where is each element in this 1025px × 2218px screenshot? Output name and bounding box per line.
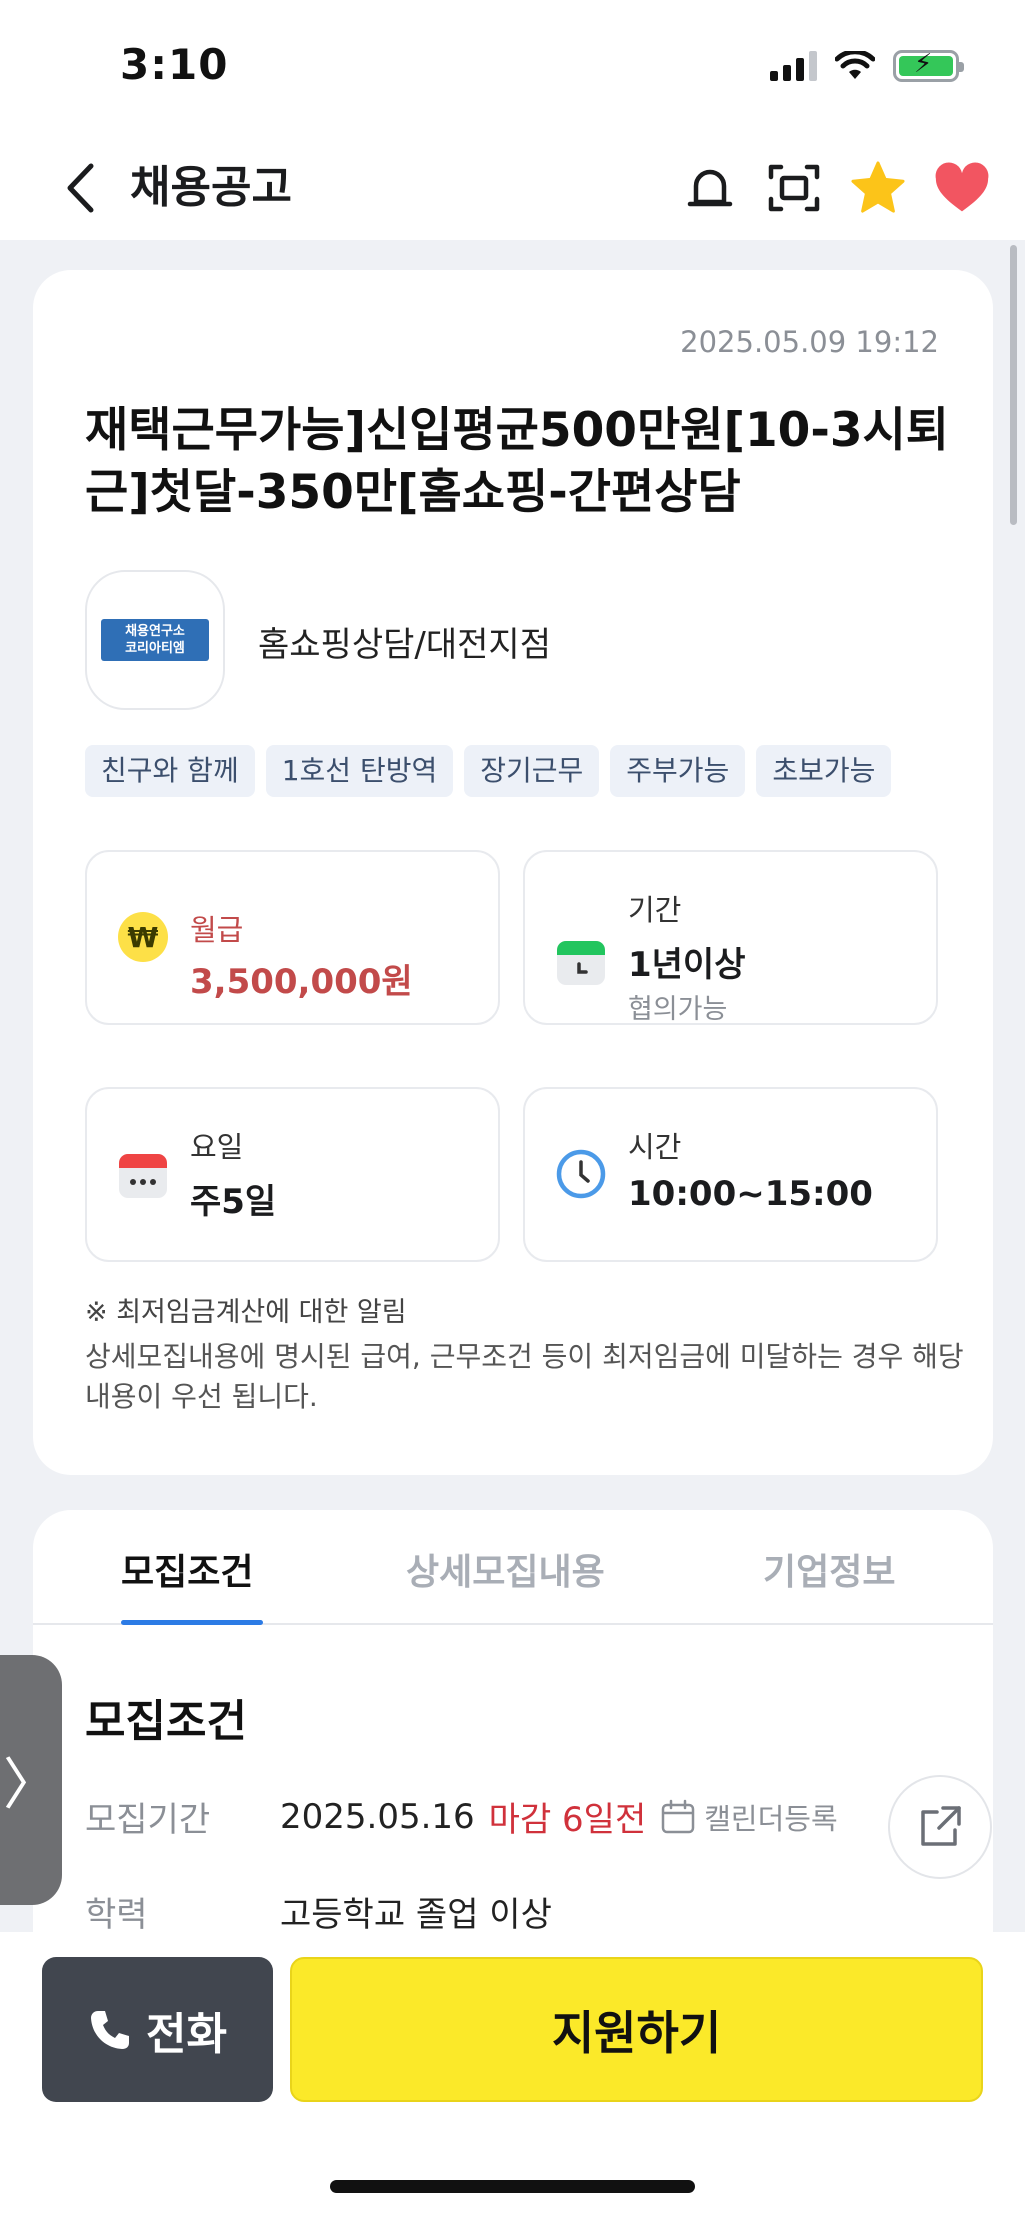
phone-icon: [91, 2010, 130, 2049]
app-header: 채용공고: [0, 135, 1025, 240]
pay-value: 3,500,000원: [190, 962, 413, 1002]
deadline-countdown: 마감 6일전: [488, 1800, 647, 1840]
tab-recruit-conditions[interactable]: 모집조건: [121, 1543, 253, 1595]
calendar-clock-icon: [557, 941, 605, 985]
tag: 장기근무: [464, 745, 600, 797]
job-summary-card: 2025.05.09 19:12 재택근무가능]신입평균500만원[10-3시퇴…: [33, 270, 993, 1475]
hours-label: 시간: [628, 1130, 682, 1164]
scrollbar[interactable]: [1010, 245, 1017, 525]
apply-button[interactable]: 지원하기: [290, 1957, 983, 2102]
pay-info-box: ₩ 월급 3,500,000원: [85, 850, 500, 1025]
favorite-star-button[interactable]: [850, 160, 906, 216]
education-value: 고등학교 졸업 이상: [280, 1895, 552, 1935]
side-drawer-handle[interactable]: 〉: [0, 1655, 62, 1905]
notification-button[interactable]: [682, 160, 738, 216]
chevron-right-icon: 〉: [3, 1752, 59, 1818]
share-icon: [921, 1806, 961, 1846]
tag: 친구와 함께: [85, 745, 255, 797]
calendar-outline-icon: [661, 1799, 695, 1833]
tab-recruit-details[interactable]: 상세모집내용: [406, 1543, 605, 1595]
days-value: 주5일: [190, 1182, 277, 1222]
call-button[interactable]: 전화: [42, 1957, 273, 2102]
clock-icon: [556, 1149, 606, 1199]
calendar-icon: [119, 1154, 167, 1198]
call-label: 전화: [146, 2008, 227, 2060]
period-label: 기간: [628, 893, 682, 927]
svg-text:₩: ₩: [128, 921, 159, 954]
detail-tabs: 모집조건 상세모집내용 기업정보: [33, 1510, 993, 1625]
status-bar: 3:10 ⚡: [0, 0, 1025, 135]
company-logo[interactable]: 채용연구소 코리아티엠: [85, 570, 225, 710]
cellular-signal-icon: [770, 51, 817, 81]
star-icon: [851, 161, 905, 213]
like-heart-button[interactable]: [934, 160, 990, 216]
status-time: 3:10: [120, 40, 229, 89]
days-label: 요일: [190, 1130, 244, 1164]
period-sub: 협의가능: [628, 994, 728, 1025]
scan-button[interactable]: [766, 160, 822, 216]
company-name[interactable]: 홈쇼핑상담/대전지점: [258, 617, 551, 666]
hours-value: 10:00~15:00: [628, 1174, 873, 1214]
tag: 초보가능: [756, 745, 892, 797]
minimum-wage-notice-title: ※ 최저임금계산에 대한 알림: [85, 1297, 407, 1328]
education-label: 학력: [85, 1895, 148, 1935]
header-actions: [682, 153, 990, 223]
back-button[interactable]: [55, 153, 105, 223]
bell-icon: [687, 169, 733, 207]
tag: 1호선 탄방역: [265, 745, 454, 797]
job-title: 재택근무가능]신입평균500만원[10-3시퇴근]첫달-350만[홈쇼핑-간편상…: [85, 403, 950, 520]
bottom-action-bar: 전화 지원하기: [0, 1932, 1025, 2218]
detail-card: 모집조건 상세모집내용 기업정보 모집조건 모집기간 2025.05.16 마감…: [33, 1510, 993, 1970]
calendar-register-button[interactable]: 캘린더등록: [660, 1796, 838, 1838]
battery-icon: ⚡: [893, 49, 964, 82]
wifi-icon: [835, 51, 875, 79]
heart-icon: [935, 162, 989, 212]
section-title: 모집조건: [85, 1696, 247, 1747]
scan-icon: [768, 164, 820, 212]
minimum-wage-notice-body: 상세모집내용에 명시된 급여, 근무조건 등이 최저임금에 미달하는 경우 해당…: [85, 1340, 964, 1413]
recruit-period-date: 2025.05.16: [280, 1796, 475, 1837]
job-tags: 친구와 함께 1호선 탄방역 장기근무 주부가능 초보가능: [85, 745, 892, 797]
home-indicator[interactable]: [330, 2180, 695, 2193]
status-icons: ⚡: [770, 49, 964, 82]
days-info-box: 요일 주5일: [85, 1087, 500, 1262]
post-date: 2025.05.09 19:12: [680, 325, 939, 359]
won-coin-icon: ₩: [118, 912, 168, 962]
calendar-register-label: 캘린더등록: [704, 1801, 838, 1836]
active-tab-indicator: [121, 1620, 263, 1625]
recruit-period-row: 2025.05.16 마감 6일전 캘린더등록: [280, 1792, 838, 1841]
hours-info-box: 시간 10:00~15:00: [523, 1087, 938, 1262]
pay-label: 월급: [190, 913, 244, 947]
tag: 주부가능: [610, 745, 746, 797]
company-logo-image: 채용연구소 코리아티엠: [101, 619, 209, 661]
period-info-box: 기간 1년이상 협의가능: [523, 850, 938, 1025]
share-button[interactable]: [888, 1775, 992, 1879]
recruit-period-label: 모집기간: [85, 1800, 211, 1840]
back-chevron-icon: [67, 163, 94, 213]
tab-company-info[interactable]: 기업정보: [763, 1543, 895, 1595]
period-value: 1년이상: [628, 945, 746, 985]
page-title: 채용공고: [130, 162, 292, 213]
